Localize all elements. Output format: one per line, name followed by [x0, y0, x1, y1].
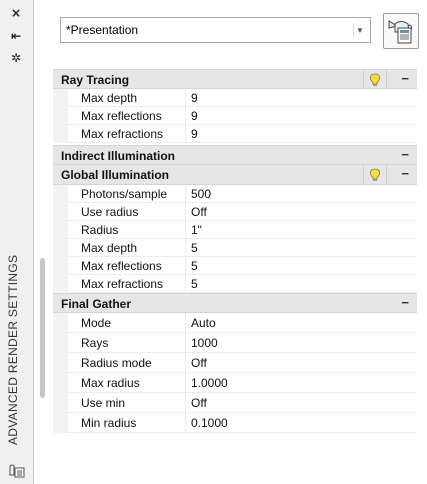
property-row[interactable]: Max reflections 5	[53, 257, 417, 275]
property-name: Max reflections	[81, 259, 162, 273]
section-title: Indirect Illumination	[61, 149, 176, 163]
palette-menu-icon[interactable]	[8, 463, 26, 479]
property-name: Max depth	[81, 91, 138, 105]
property-name: Radius mode	[81, 356, 152, 370]
property-row[interactable]: Max depth 9	[53, 89, 417, 107]
property-row[interactable]: Mode Auto	[53, 313, 417, 333]
collapse-icon[interactable]: −	[401, 147, 409, 162]
property-name: Radius	[81, 223, 119, 237]
property-row[interactable]: Max reflections 9	[53, 107, 417, 125]
property-name: Max refractions	[81, 127, 164, 141]
chevron-down-icon[interactable]: ▼	[353, 23, 366, 37]
property-row[interactable]: Min radius 0.1000	[53, 413, 417, 433]
properties-icon[interactable]: ✲	[8, 50, 24, 66]
property-row[interactable]: Max refractions 9	[53, 125, 417, 143]
property-value[interactable]: 0.1000	[191, 416, 228, 430]
property-name: Max refractions	[81, 277, 164, 291]
property-name: Mode	[81, 316, 112, 330]
render-teapot-icon	[388, 20, 413, 44]
property-value[interactable]: 5	[191, 277, 198, 291]
property-value[interactable]: Off	[191, 396, 207, 410]
property-name: Max depth	[81, 241, 138, 255]
property-name: Max reflections	[81, 109, 162, 123]
vertical-scrollbar[interactable]	[38, 0, 48, 484]
property-value[interactable]: Off	[191, 356, 207, 370]
property-row[interactable]: Use radius Off	[53, 203, 417, 221]
property-value[interactable]: 9	[191, 127, 198, 141]
property-value[interactable]: 5	[191, 241, 198, 255]
property-name: Photons/sample	[81, 187, 168, 201]
collapse-icon[interactable]: −	[401, 295, 409, 310]
property-value[interactable]: 1"	[191, 223, 202, 237]
palette-title-bar: × ⇤ ✲ ADVANCED RENDER SETTINGS	[0, 0, 34, 484]
property-value[interactable]: Off	[191, 205, 207, 219]
collapse-icon[interactable]: −	[401, 71, 409, 86]
property-name: Min radius	[81, 416, 137, 430]
section-global-illumination[interactable]: Global Illumination −	[53, 165, 417, 185]
section-title: Final Gather	[61, 297, 132, 311]
property-row[interactable]: Use min Off	[53, 393, 417, 413]
property-value[interactable]: 9	[191, 109, 198, 123]
property-value[interactable]: 1.0000	[191, 376, 228, 390]
section-title: Global Illumination	[61, 168, 169, 182]
property-value[interactable]: 9	[191, 91, 198, 105]
scrollbar-thumb[interactable]	[40, 258, 45, 398]
property-name: Use min	[81, 396, 126, 410]
collapse-icon[interactable]: −	[401, 166, 409, 181]
render-preset-value: *Presentation	[66, 23, 139, 37]
section-indirect-illumination[interactable]: Indirect Illumination −	[53, 145, 417, 165]
section-final-gather[interactable]: Final Gather −	[53, 293, 417, 313]
property-name: Rays	[81, 336, 109, 350]
property-row[interactable]: Rays 1000	[53, 333, 417, 353]
property-value[interactable]: 1000	[191, 336, 218, 350]
property-value[interactable]: 500	[191, 187, 211, 201]
property-value[interactable]: Auto	[191, 316, 216, 330]
property-name: Use radius	[81, 205, 139, 219]
section-ray-tracing[interactable]: Ray Tracing −	[53, 69, 417, 89]
lightbulb-icon[interactable]	[363, 165, 387, 184]
lightbulb-icon[interactable]	[363, 70, 387, 89]
property-row[interactable]: Max depth 5	[53, 239, 417, 257]
auto-hide-icon[interactable]: ⇤	[8, 28, 24, 44]
property-row[interactable]: Max radius 1.0000	[53, 373, 417, 393]
close-icon[interactable]: ×	[8, 5, 24, 21]
property-name: Max radius	[81, 376, 140, 390]
palette-title: ADVANCED RENDER SETTINGS	[6, 254, 20, 445]
property-row[interactable]: Photons/sample 500	[53, 185, 417, 203]
render-preset-dropdown[interactable]: *Presentation ▼	[60, 17, 371, 43]
property-value[interactable]: 5	[191, 259, 198, 273]
property-row[interactable]: Radius 1"	[53, 221, 417, 239]
property-row[interactable]: Radius mode Off	[53, 353, 417, 373]
render-button[interactable]	[383, 13, 419, 49]
section-title: Ray Tracing	[61, 73, 130, 87]
render-settings-grid: Ray Tracing − Max depth 9 Max reflection…	[53, 69, 417, 433]
property-row[interactable]: Max refractions 5	[53, 275, 417, 293]
